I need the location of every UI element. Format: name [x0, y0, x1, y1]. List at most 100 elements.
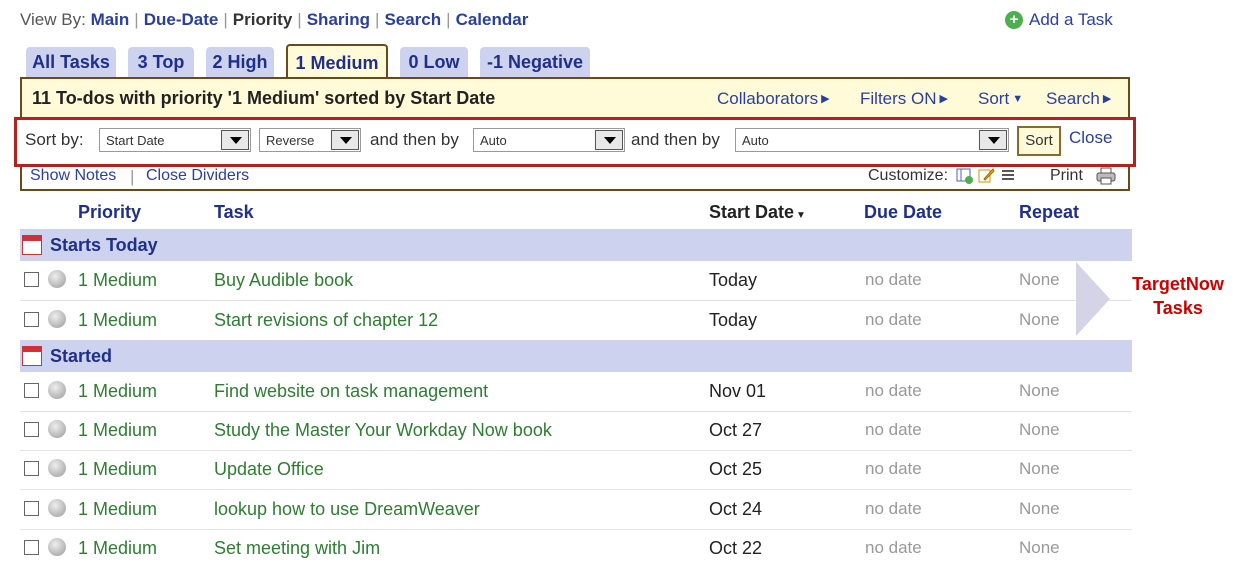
- sort-by-label: Sort by:: [25, 130, 84, 149]
- sort-field-2-select[interactable]: Auto: [473, 128, 625, 152]
- priority-value[interactable]: 1 Medium: [78, 538, 157, 559]
- start-date-value[interactable]: Today: [709, 310, 757, 331]
- column-header-start-date[interactable]: Start Date ▼: [709, 202, 806, 223]
- sort-field-1-select[interactable]: Start Date: [99, 128, 251, 152]
- close-sort-link[interactable]: Close: [1069, 128, 1112, 148]
- start-date-value[interactable]: Nov 01: [709, 381, 766, 402]
- view-main-link[interactable]: Main: [91, 10, 130, 29]
- repeat-value[interactable]: None: [1019, 499, 1060, 519]
- sort-menu[interactable]: Sort ▼: [978, 89, 1023, 109]
- complete-checkbox[interactable]: [24, 422, 39, 437]
- complete-checkbox[interactable]: [24, 501, 39, 516]
- group-label: Starts Today: [50, 235, 158, 255]
- column-header-due-date[interactable]: Due Date: [864, 202, 942, 223]
- sort-order-select[interactable]: Reverse: [259, 128, 361, 152]
- tab-0-low[interactable]: 0 Low: [400, 47, 468, 77]
- repeat-value[interactable]: None: [1019, 270, 1060, 290]
- priority-value[interactable]: 1 Medium: [78, 310, 157, 331]
- due-date-value[interactable]: no date: [865, 499, 922, 519]
- chevron-down-icon: [331, 130, 359, 150]
- priority-icon: [48, 270, 66, 288]
- printer-icon[interactable]: [1096, 167, 1116, 185]
- start-date-value[interactable]: Oct 24: [709, 499, 762, 520]
- priority-value[interactable]: 1 Medium: [78, 499, 157, 520]
- list-icon[interactable]: [1000, 167, 1017, 184]
- chevron-down-icon: ▼: [1012, 93, 1024, 105]
- sort-desc-icon: ▼: [796, 210, 806, 221]
- due-date-value[interactable]: no date: [865, 420, 922, 440]
- repeat-value[interactable]: None: [1019, 538, 1060, 558]
- priority-value[interactable]: 1 Medium: [78, 270, 157, 291]
- chevron-down-icon: [221, 130, 249, 150]
- start-date-value[interactable]: Oct 22: [709, 538, 762, 559]
- priority-value[interactable]: 1 Medium: [78, 420, 157, 441]
- group-divider[interactable]: Started: [20, 340, 1132, 372]
- complete-checkbox[interactable]: [24, 272, 39, 287]
- view-sharing-link[interactable]: Sharing: [307, 10, 370, 29]
- column-header-priority[interactable]: Priority: [78, 202, 141, 223]
- columns-icon[interactable]: [956, 167, 973, 184]
- calendar-icon: [22, 346, 42, 366]
- tab-1-medium[interactable]: 1 Medium: [286, 44, 388, 80]
- chevron-down-icon: [595, 130, 623, 150]
- search-menu[interactable]: Search ▶: [1046, 89, 1111, 109]
- add-task-link[interactable]: + Add a Task: [1005, 10, 1113, 30]
- view-due-date-link[interactable]: Due-Date: [144, 10, 219, 29]
- view-calendar-link[interactable]: Calendar: [456, 10, 529, 29]
- then-by-label-1: and then by: [370, 130, 459, 149]
- task-title[interactable]: Study the Master Your Workday Now book: [214, 420, 552, 441]
- customize-label: Customize:: [868, 167, 949, 184]
- task-title[interactable]: lookup how to use DreamWeaver: [214, 499, 480, 520]
- due-date-value[interactable]: no date: [865, 459, 922, 479]
- due-date-value[interactable]: no date: [865, 538, 922, 558]
- sort-field-3-select[interactable]: Auto: [735, 128, 1009, 152]
- task-title[interactable]: Update Office: [214, 459, 324, 480]
- task-row: 1 Medium Buy Audible book Today no date …: [20, 261, 1132, 301]
- filters-menu[interactable]: Filters ON ▶: [860, 89, 948, 109]
- tab-negative[interactable]: -1 Negative: [480, 47, 590, 77]
- view-search-link[interactable]: Search: [384, 10, 441, 29]
- task-title[interactable]: Set meeting with Jim: [214, 538, 380, 559]
- repeat-value[interactable]: None: [1019, 459, 1060, 479]
- task-title[interactable]: Buy Audible book: [214, 270, 353, 291]
- show-notes-link[interactable]: Show Notes: [30, 167, 116, 185]
- add-icon: +: [1005, 11, 1023, 29]
- due-date-value[interactable]: no date: [865, 270, 922, 290]
- tab-3-top[interactable]: 3 Top: [128, 47, 194, 77]
- edit-icon[interactable]: [978, 167, 995, 184]
- priority-icon: [48, 420, 66, 438]
- start-date-value[interactable]: Oct 25: [709, 459, 762, 480]
- column-header-repeat[interactable]: Repeat: [1019, 202, 1079, 223]
- repeat-value[interactable]: None: [1019, 310, 1060, 330]
- complete-checkbox[interactable]: [24, 383, 39, 398]
- due-date-value[interactable]: no date: [865, 381, 922, 401]
- complete-checkbox[interactable]: [24, 461, 39, 476]
- calendar-icon: [22, 235, 42, 255]
- repeat-value[interactable]: None: [1019, 381, 1060, 401]
- print-link[interactable]: Print: [1050, 167, 1083, 185]
- priority-icon: [48, 459, 66, 477]
- complete-checkbox[interactable]: [24, 540, 39, 555]
- task-title[interactable]: Find website on task management: [214, 381, 488, 402]
- repeat-value[interactable]: None: [1019, 420, 1060, 440]
- task-row: 1 Medium Find website on task management…: [20, 372, 1132, 412]
- start-date-value[interactable]: Today: [709, 270, 757, 291]
- close-dividers-link[interactable]: Close Dividers: [146, 167, 249, 185]
- view-by-bar: View By: Main | Due-Date | Priority | Sharing |…: [20, 10, 529, 29]
- start-date-value[interactable]: Oct 27: [709, 420, 762, 441]
- due-date-value[interactable]: no date: [865, 310, 922, 330]
- complete-checkbox[interactable]: [24, 312, 39, 327]
- column-header-task[interactable]: Task: [214, 202, 254, 223]
- priority-value[interactable]: 1 Medium: [78, 381, 157, 402]
- task-panel: 11 To-dos with priority '1 Medium' sorte…: [14, 77, 1136, 191]
- sort-button[interactable]: Sort: [1017, 126, 1061, 156]
- sort-options-bar: Sort by: Start Date Reverse and then by …: [14, 117, 1136, 167]
- collaborators-menu[interactable]: Collaborators ▶: [717, 89, 830, 109]
- task-row: 1 Medium Set meeting with Jim Oct 22 no …: [20, 529, 1132, 568]
- tab-all-tasks[interactable]: All Tasks: [26, 47, 116, 77]
- tab-2-high[interactable]: 2 High: [206, 47, 274, 77]
- task-title[interactable]: Start revisions of chapter 12: [214, 310, 438, 331]
- notes-bar: Show Notes | Close Dividers Customize: P…: [22, 165, 1128, 189]
- priority-value[interactable]: 1 Medium: [78, 459, 157, 480]
- group-divider[interactable]: Starts Today: [20, 229, 1132, 261]
